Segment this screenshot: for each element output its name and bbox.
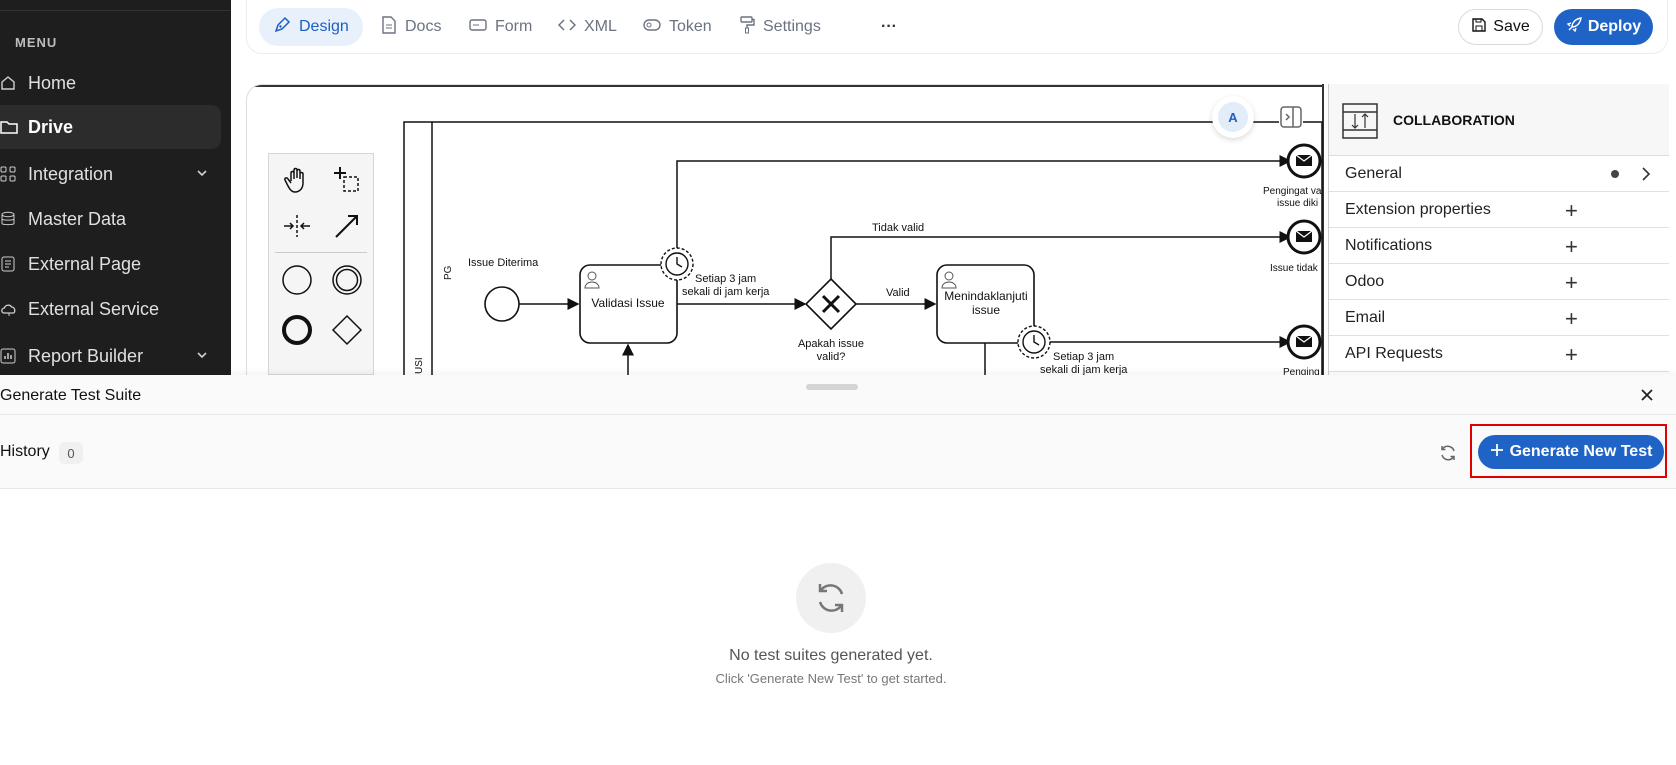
test-suite-title: Generate Test Suite	[0, 387, 142, 404]
timer-2-label-line-2: sekali di jam kerja	[1040, 364, 1128, 375]
history-bar: History 0	[0, 415, 1676, 489]
lane-label-2: USI	[414, 357, 425, 374]
start-event-label: Issue Diterima	[468, 257, 539, 269]
property-group-label: Odoo	[1345, 272, 1385, 290]
space-tool-icon[interactable]	[279, 208, 315, 244]
history-label: History	[0, 443, 50, 460]
flow-label-invalid: Tidak valid	[872, 222, 924, 234]
exclusive-gateway[interactable]	[804, 277, 858, 331]
plus-icon[interactable]: +	[1565, 198, 1578, 224]
property-group-label: API Requests	[1345, 344, 1443, 362]
start-event[interactable]	[484, 286, 520, 322]
plus-icon	[1490, 443, 1504, 462]
history-count-badge: 0	[59, 442, 83, 464]
panel-toggle-icon[interactable]	[1279, 105, 1303, 129]
end-2-label: Issue tidak	[1270, 263, 1319, 274]
avatar[interactable]: A	[1212, 96, 1254, 138]
collaboration-icon	[1341, 102, 1379, 145]
property-group-label: Notifications	[1345, 236, 1433, 254]
property-group-odoo[interactable]: Odoo +	[1329, 264, 1669, 300]
end-1-label-line-2: issue diki	[1277, 198, 1318, 209]
task-1-label: Validasi Issue	[591, 296, 664, 310]
start-event-tool-icon[interactable]	[279, 262, 315, 298]
empty-state-title: No test suites generated yet.	[729, 647, 933, 664]
connect-tool-icon[interactable]	[329, 208, 365, 244]
refresh-icon[interactable]	[1437, 442, 1459, 464]
properties-panel: COLLABORATION General Extension properti…	[1328, 84, 1669, 375]
generate-label: Generate New Test	[1509, 443, 1653, 460]
timer-boundary-icon[interactable]	[1017, 325, 1051, 359]
timer-1-label-line-1: Setiap 3 jam	[695, 273, 756, 285]
task-2-label-line-1: Menindaklanjuti	[944, 289, 1027, 303]
timer-boundary-icon[interactable]	[660, 247, 694, 281]
plus-icon[interactable]: +	[1565, 270, 1578, 296]
property-group-label: Extension properties	[1345, 200, 1491, 218]
generate-new-test-button[interactable]: Generate New Test	[1478, 435, 1664, 469]
property-group-general[interactable]: General	[1329, 156, 1669, 192]
properties-header: COLLABORATION	[1329, 84, 1669, 156]
gateway-label-line-2: valid?	[817, 351, 846, 363]
gateway-tool-icon[interactable]	[329, 312, 365, 348]
timer-1-label-line-2: sekali di jam kerja	[682, 286, 770, 298]
properties-title: COLLABORATION	[1393, 112, 1515, 128]
property-group-label: Email	[1345, 308, 1386, 326]
end-1-label-line-1: Pengingat va	[1263, 186, 1322, 197]
test-suite-header: Generate Test Suite	[0, 375, 1676, 415]
chevron-right-icon	[1639, 166, 1653, 187]
intermediate-event-tool-icon[interactable]	[329, 262, 365, 298]
plus-icon[interactable]: +	[1565, 306, 1578, 332]
avatar-initial: A	[1218, 102, 1248, 132]
gateway-label-line-1: Apakah issue	[798, 338, 864, 350]
lasso-tool-icon[interactable]	[329, 162, 365, 198]
bpmn-palette	[268, 153, 374, 375]
app-root: MENU Home Drive Integration Master Data …	[0, 0, 1676, 765]
plus-icon[interactable]: +	[1565, 342, 1578, 368]
hand-tool-icon[interactable]	[279, 162, 315, 198]
property-group-notifications[interactable]: Notifications +	[1329, 228, 1669, 264]
property-group-label: General	[1345, 164, 1402, 182]
lane-label: PG	[443, 265, 454, 280]
close-icon[interactable]	[1636, 384, 1658, 406]
status-dot-icon	[1611, 170, 1619, 178]
end-event-tool-icon[interactable]	[279, 312, 315, 348]
message-end-event[interactable]	[1286, 143, 1322, 179]
property-group-email[interactable]: Email +	[1329, 300, 1669, 336]
message-end-event[interactable]	[1286, 219, 1322, 255]
end-3-label: Penging	[1283, 367, 1320, 375]
property-group-extension-properties[interactable]: Extension properties +	[1329, 192, 1669, 228]
palette-divider	[275, 252, 367, 253]
task-2-label-line-2: issue	[972, 303, 1000, 317]
message-end-event[interactable]	[1286, 324, 1322, 360]
empty-state-subtitle: Click 'Generate New Test' to get started…	[715, 671, 947, 686]
property-group-api-requests[interactable]: API Requests +	[1329, 336, 1669, 372]
panel-resize-handle[interactable]	[806, 384, 858, 390]
timer-2-label-line-1: Setiap 3 jam	[1053, 351, 1114, 363]
plus-icon[interactable]: +	[1565, 234, 1578, 260]
empty-state-refresh-icon	[796, 563, 866, 633]
flow-label-valid: Valid	[886, 287, 910, 299]
test-suite-panel: Generate Test Suite History 0 Generate N…	[0, 375, 1676, 765]
